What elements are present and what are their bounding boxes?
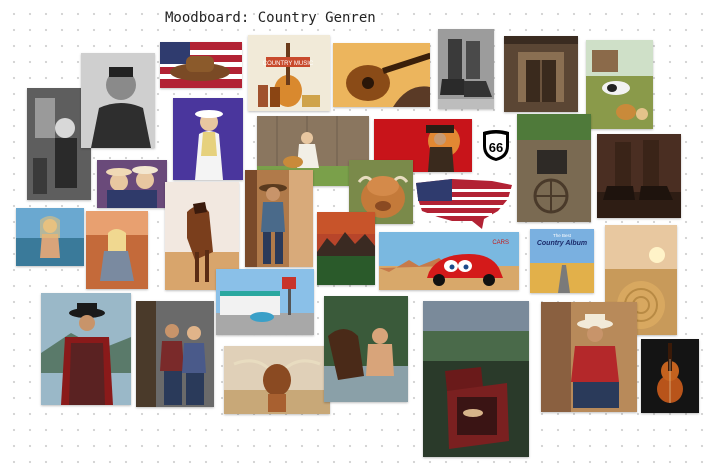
photo-couple-horses[interactable]: [136, 301, 214, 407]
photo-cowgirl-red-rocks[interactable]: [86, 211, 148, 289]
photo-violin[interactable]: [641, 339, 699, 413]
photo-cowboy-saloon-door[interactable]: [245, 170, 313, 267]
photo-hat-flag[interactable]: [160, 42, 242, 88]
photo-cowgirls-selfie[interactable]: [97, 160, 167, 208]
photo-boots-bw[interactable]: [438, 29, 494, 109]
cars-logo-text: CARS: [492, 240, 509, 246]
photo-longhorn-cattle[interactable]: [224, 346, 330, 414]
album-cover-country[interactable]: The Best Country Album: [530, 229, 594, 293]
photo-gas-station[interactable]: [216, 269, 314, 335]
photo-man-horse-river[interactable]: [324, 296, 408, 402]
photo-man-portrait-bw[interactable]: [81, 53, 155, 148]
photo-truck-field[interactable]: [423, 301, 529, 457]
photo-cowboy-drinking[interactable]: [41, 293, 131, 405]
photo-farm-animals[interactable]: [586, 40, 653, 129]
route-66-sign[interactable]: 66: [479, 128, 513, 162]
photo-cowboy-boots-mud[interactable]: [597, 134, 681, 218]
photo-barn-interior[interactable]: [504, 36, 578, 112]
album-title: Country Album: [537, 240, 587, 247]
moodboard-title: Moodboard: Country Genren: [165, 10, 376, 26]
photo-country-music-sign[interactable]: COUNTRY MUSIC: [248, 35, 330, 111]
album-subtitle: The Best: [553, 233, 572, 238]
photo-cars-movie[interactable]: CARS: [379, 232, 519, 290]
route-66-number: 66: [489, 140, 503, 155]
photo-cabin-wagon-wheel[interactable]: [517, 114, 591, 222]
photo-guitar-sunset[interactable]: [333, 43, 430, 107]
mountain-poster[interactable]: [317, 212, 375, 285]
country-music-sign-text: COUNTRY MUSIC: [263, 61, 314, 67]
usa-flag-map[interactable]: [412, 175, 516, 235]
photo-singer-stage[interactable]: [173, 98, 243, 180]
photo-cowboy-plaid[interactable]: [541, 302, 637, 412]
photo-woman-lake[interactable]: [16, 208, 84, 266]
